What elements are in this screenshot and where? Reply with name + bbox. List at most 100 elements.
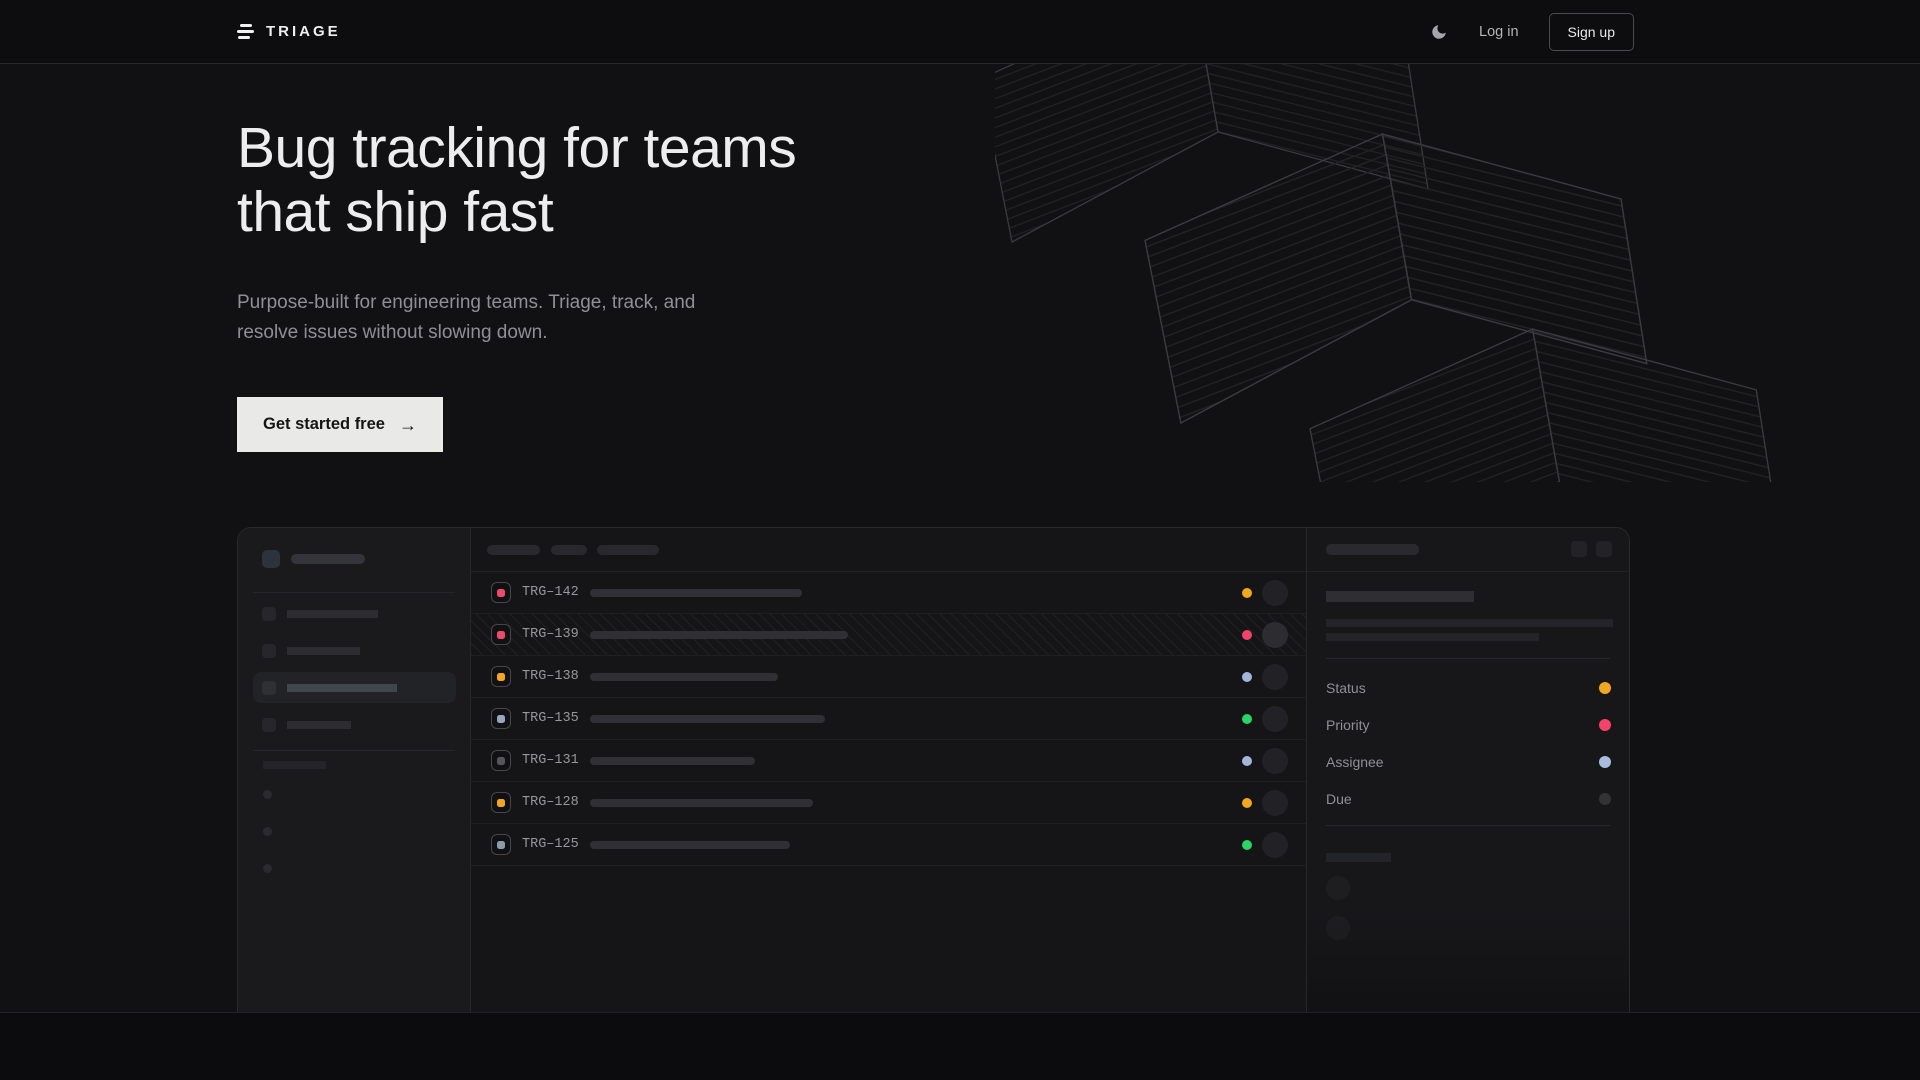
sidebar-item-label-skeleton [287,684,397,692]
issue-row[interactable]: TRG–125 [471,824,1306,866]
issue-title-skeleton [590,841,790,849]
issue-row[interactable]: TRG–135 [471,698,1306,740]
sidebar-nav-icon [262,607,276,621]
issue-row[interactable]: TRG–142 [471,572,1306,614]
sidebar-dot-item[interactable] [263,864,272,873]
field-priority[interactable]: Priority [1326,715,1611,735]
brand-name: TRIAGE [266,23,341,40]
hero-subtitle-line1: Purpose-built for engineering teams. Tri… [237,292,695,313]
theme-toggle[interactable] [1429,22,1449,42]
priority-value-dot [1599,719,1611,731]
sidebar-item[interactable] [287,647,360,655]
assignee-avatar [1262,622,1288,648]
filter-tab-skeleton[interactable] [487,545,540,555]
filter-tab-skeleton[interactable] [551,545,587,555]
issue-detail-panel: Status Priority Assignee Due [1307,528,1629,1012]
divider [1326,825,1610,826]
issue-type-icon [491,624,511,645]
sidebar-dot-item[interactable] [263,790,272,799]
signup-button[interactable]: Sign up [1549,13,1634,51]
description-skeleton [1326,619,1613,627]
hero-title-line1: Bug tracking for teams [237,116,796,180]
divider [1326,658,1610,659]
get-started-label: Get started free [263,415,385,434]
app-preview-card: TRG–142 TRG–139 TRG–138 TR [237,527,1630,1012]
issue-title-skeleton [590,757,755,765]
issue-row[interactable]: TRG–128 [471,782,1306,824]
sidebar-nav-icon [262,644,276,658]
nav-actions: Log in Sign up [1429,13,1634,51]
status-dot [1242,672,1252,682]
issue-row[interactable]: TRG–138 [471,656,1306,698]
assignee-avatar [1262,790,1288,816]
hero-title-line2: that ship fast [237,180,553,244]
description-skeleton [1326,633,1539,641]
sidebar-section-skeleton [263,761,326,769]
sidebar-dot-item[interactable] [263,827,272,836]
hero-title: Bug tracking for teamsthat ship fast [237,116,796,245]
assignee-avatar [1262,832,1288,858]
workspace-name-skeleton [291,554,365,564]
top-nav: TRIAGE Log in Sign up [0,0,1920,64]
divider [253,750,455,751]
get-started-button[interactable]: Get started free → [237,397,443,452]
issue-title-skeleton [590,631,848,639]
status-value-dot [1599,682,1611,694]
due-value-dot [1599,793,1611,805]
divider [253,592,455,593]
issue-type-icon [491,792,511,813]
issue-row[interactable]: TRG–131 [471,740,1306,782]
hero-subtitle-line2: resolve issues without slowing down. [237,322,548,343]
assignee-avatar [1262,664,1288,690]
activity-avatar-skeleton [1326,916,1350,940]
status-dot [1242,756,1252,766]
issue-type-icon [491,708,511,729]
status-dot [1242,714,1252,724]
issue-title-skeleton [1326,591,1474,602]
landing-page: TRIAGE Log in Sign up Bug tracking for t… [0,0,1920,1080]
field-label: Assignee [1326,754,1384,770]
issue-type-icon [491,666,511,687]
panel-action-button[interactable] [1571,541,1587,557]
field-label: Priority [1326,717,1370,733]
hero-subtitle: Purpose-built for engineering teams. Tri… [237,288,695,349]
sidebar-item[interactable] [287,721,351,729]
field-label: Status [1326,680,1366,696]
status-dot [1242,840,1252,850]
status-dot [1242,798,1252,808]
brand-logo[interactable]: TRIAGE [237,23,341,40]
status-dot [1242,588,1252,598]
filter-tab-skeleton[interactable] [597,545,659,555]
activity-avatar-skeleton [1326,876,1350,900]
field-label: Due [1326,791,1352,807]
panel-title-skeleton [1326,544,1419,555]
issue-id: TRG–125 [522,837,584,852]
issue-type-icon [491,582,511,603]
activity-section-skeleton [1326,853,1391,862]
field-due[interactable]: Due [1326,789,1611,809]
issue-type-icon [491,750,511,771]
divider [1307,571,1629,572]
login-link[interactable]: Log in [1479,24,1519,40]
issue-title-skeleton [590,673,778,681]
arrow-right-icon: → [399,416,417,434]
moon-icon [1430,23,1448,41]
wireframe-panels-decoration [995,64,1795,482]
assignee-avatar [1262,706,1288,732]
issue-title-skeleton [590,799,813,807]
issue-id: TRG–142 [522,585,584,600]
issue-id: TRG–131 [522,753,584,768]
issue-title-skeleton [590,715,825,723]
sidebar-nav-icon [262,681,276,695]
issue-type-icon [491,834,511,855]
issue-row-selected[interactable]: TRG–139 [471,614,1306,656]
sidebar-item[interactable] [287,610,378,618]
issue-id: TRG–138 [522,669,584,684]
assignee-avatar [1262,580,1288,606]
panel-action-button[interactable] [1596,541,1612,557]
issue-list-header [471,528,1306,572]
assignee-value-dot [1599,756,1611,768]
field-status[interactable]: Status [1326,678,1611,698]
field-assignee[interactable]: Assignee [1326,752,1611,772]
issue-id: TRG–135 [522,711,584,726]
